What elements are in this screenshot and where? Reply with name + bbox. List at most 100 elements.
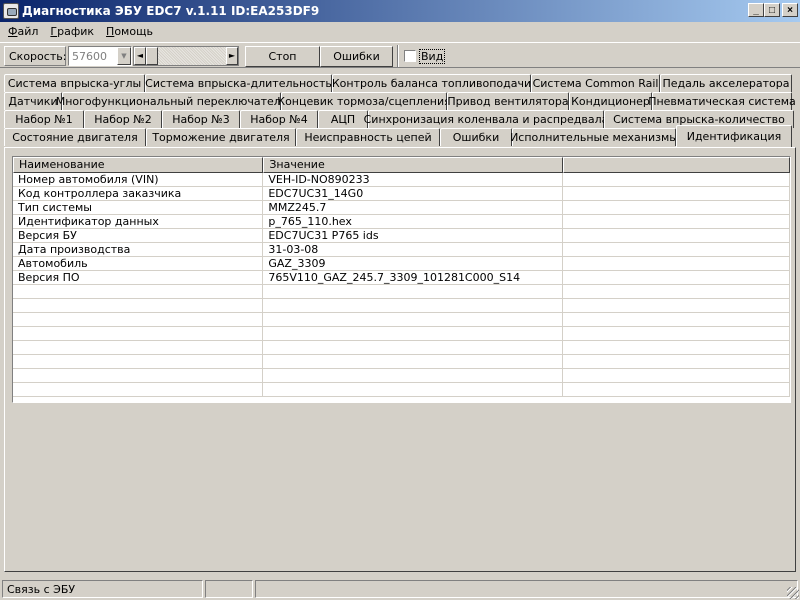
speed-scrollbar[interactable]: ◄ ►	[133, 46, 239, 66]
cell-name: Тип системы	[13, 201, 264, 215]
cell-extra	[563, 285, 790, 299]
cell-value	[263, 355, 563, 369]
tab-injection-angles[interactable]: Система впрыска-углы	[4, 74, 145, 92]
resize-grip-icon[interactable]	[787, 587, 799, 599]
tab-fuel-balance[interactable]: Контроль баланса топливоподачи	[332, 74, 531, 92]
cell-value	[263, 299, 563, 313]
cell-name: Идентификатор данных	[13, 215, 264, 229]
cell-name	[13, 369, 264, 383]
cell-value	[263, 383, 563, 397]
tab-set-4[interactable]: Набор №4	[240, 110, 318, 128]
cell-extra	[563, 173, 790, 187]
cell-value	[263, 369, 563, 383]
cell-name: Дата производства	[13, 243, 264, 257]
tab-multifunction-switch[interactable]: Многофункциональный переключатель	[56, 92, 287, 110]
table-row-empty[interactable]	[13, 355, 790, 369]
cell-value: p_765_110.hex	[263, 215, 563, 229]
tab-set-3[interactable]: Набор №3	[162, 110, 240, 128]
cell-extra	[563, 341, 790, 355]
column-header-extra[interactable]	[562, 157, 790, 173]
tab-set-1[interactable]: Набор №1	[4, 110, 84, 128]
stop-button[interactable]: Стоп	[245, 46, 320, 67]
title-bar: Диагностика ЭБУ EDC7 v.1.11 ID:EA253DF9 …	[0, 0, 800, 22]
menu-help[interactable]: Помощь	[100, 25, 159, 38]
tab-row-1: Система впрыска-углы Система впрыска-дли…	[4, 74, 792, 92]
cell-name	[13, 327, 264, 341]
column-header-value[interactable]: Значение	[263, 157, 563, 173]
tab-actuators[interactable]: Исполнительные механизмы	[510, 128, 678, 146]
errors-button[interactable]: Ошибки	[320, 46, 393, 67]
window-title: Диагностика ЭБУ EDC7 v.1.11 ID:EA253DF9	[22, 4, 320, 18]
menu-bar: Файл График Помощь	[0, 22, 800, 41]
cell-value: 31-03-08	[263, 243, 563, 257]
cell-extra	[563, 383, 790, 397]
speed-combo[interactable]: 57600 ▼	[68, 46, 132, 66]
table-row[interactable]: Дата производства 31-03-08	[13, 243, 790, 257]
cell-value	[263, 313, 563, 327]
table-row[interactable]: Версия БУ EDC7UC31 P765 ids	[13, 229, 790, 243]
tab-set-2[interactable]: Набор №2	[84, 110, 162, 128]
tab-sensors[interactable]: Датчики	[4, 92, 62, 110]
view-checkbox[interactable]	[404, 50, 416, 62]
scroll-thumb[interactable]	[146, 47, 158, 65]
cell-extra	[563, 369, 790, 383]
tab-errors[interactable]: Ошибки	[440, 128, 512, 146]
chevron-down-icon[interactable]: ▼	[117, 47, 131, 65]
tab-pneumatic-system[interactable]: Пневматическая система	[648, 92, 796, 110]
cell-extra	[563, 187, 790, 201]
cell-extra	[563, 327, 790, 341]
tab-circuit-faults[interactable]: Неисправность цепей	[296, 128, 440, 146]
table-row-empty[interactable]	[13, 285, 790, 299]
table-row[interactable]: Автомобиль GAZ_3309	[13, 257, 790, 271]
cell-name	[13, 313, 264, 327]
tab-air-conditioner[interactable]: Кондиционер	[569, 92, 652, 110]
maximize-button[interactable]: □	[764, 3, 780, 17]
cell-value	[263, 285, 563, 299]
tab-engine-state[interactable]: Состояние двигателя	[4, 128, 146, 146]
table-row[interactable]: Код контроллера заказчика EDC7UC31_14G0	[13, 187, 790, 201]
cell-extra	[563, 257, 790, 271]
cell-name	[13, 355, 264, 369]
cell-value: 765V110_GAZ_245.7_3309_101281C000_S14	[263, 271, 563, 285]
table-row[interactable]: Идентификатор данных p_765_110.hex	[13, 215, 790, 229]
arrow-left-icon[interactable]: ◄	[134, 47, 146, 65]
arrow-right-icon[interactable]: ►	[226, 47, 238, 65]
tab-accelerator-pedal[interactable]: Педаль акселератора	[660, 74, 792, 92]
cell-value: VEH-ID-NO890233	[263, 173, 563, 187]
cell-extra	[563, 355, 790, 369]
tab-brake-clutch-switch[interactable]: Концевик тормоза/сцепления	[277, 92, 451, 110]
grid-header: Наименование Значение	[13, 157, 790, 173]
tab-identification[interactable]: Идентификация	[676, 125, 792, 147]
view-checkbox-label[interactable]: Вид	[419, 49, 446, 64]
speed-label: Скорость:	[4, 46, 66, 66]
cell-extra	[563, 243, 790, 257]
cell-name: Автомобиль	[13, 257, 264, 271]
status-bar: Связь с ЭБУ	[0, 578, 800, 600]
cell-name: Версия ПО	[13, 271, 264, 285]
tab-crank-cam-sync[interactable]: Синхронизация коленвала и распредвала	[364, 110, 608, 128]
table-row[interactable]: Номер автомобиля (VIN) VEH-ID-NO890233	[13, 173, 790, 187]
tab-adc[interactable]: АЦП	[318, 110, 368, 128]
cell-extra	[563, 201, 790, 215]
table-row-empty[interactable]	[13, 383, 790, 397]
menu-chart[interactable]: График	[44, 25, 100, 38]
tab-row-4: Состояние двигателя Торможение двигателя…	[4, 125, 792, 147]
tab-common-rail[interactable]: Система Common Rail	[531, 74, 660, 92]
table-row-empty[interactable]	[13, 341, 790, 355]
table-row-empty[interactable]	[13, 369, 790, 383]
column-header-name[interactable]: Наименование	[13, 157, 264, 173]
table-row[interactable]: Тип системы MMZ245.7	[13, 201, 790, 215]
tab-injection-duration[interactable]: Система впрыска-длительность	[145, 74, 332, 92]
table-row[interactable]: Версия ПО 765V110_GAZ_245.7_3309_101281C0…	[13, 271, 790, 285]
minimize-button[interactable]: _	[748, 3, 764, 17]
status-panel-3	[255, 580, 798, 598]
cell-name	[13, 341, 264, 355]
table-row-empty[interactable]	[13, 327, 790, 341]
close-button[interactable]: ×	[782, 3, 798, 17]
table-row-empty[interactable]	[13, 313, 790, 327]
table-row-empty[interactable]	[13, 299, 790, 313]
tab-fan-drive[interactable]: Привод вентилятора	[447, 92, 569, 110]
tab-engine-braking[interactable]: Торможение двигателя	[146, 128, 296, 146]
identification-grid[interactable]: Наименование Значение Номер автомобиля (…	[12, 156, 791, 403]
menu-file[interactable]: Файл	[2, 25, 44, 38]
